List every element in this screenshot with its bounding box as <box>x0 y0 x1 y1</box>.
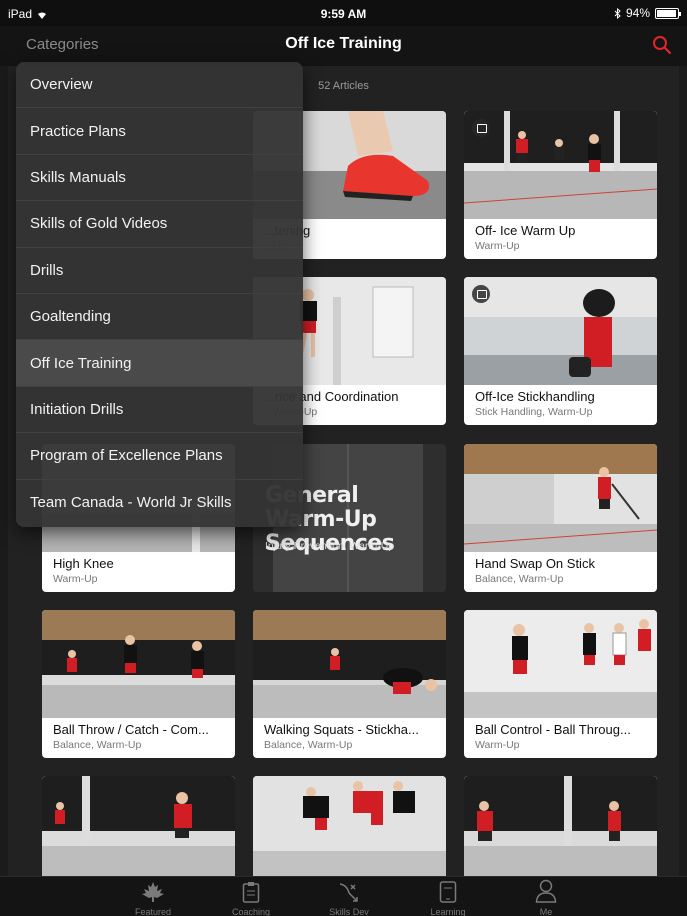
tab-label: Me <box>539 907 553 916</box>
category-item-program-of-excellence-plans[interactable]: Program of Excellence Plans <box>16 433 303 480</box>
category-item-initiation-drills[interactable]: Initiation Drills <box>16 387 303 434</box>
article-card[interactable]: Ball Control - Ball Throug... Warm-Up <box>464 610 657 758</box>
article-tags: Warm-Up <box>475 739 520 751</box>
article-tags: Balance, Warm-Up <box>264 739 353 751</box>
category-item-practice-plans[interactable]: Practice Plans <box>16 108 303 155</box>
article-tags: Balance, Warm-Up <box>53 739 142 751</box>
bluetooth-icon <box>614 7 621 19</box>
category-item-drills[interactable]: Drills <box>16 248 303 294</box>
article-thumbnail <box>464 776 657 876</box>
video-badge-icon <box>472 285 490 303</box>
status-time: 9:59 AM <box>320 7 367 21</box>
category-item-skills-manuals[interactable]: Skills Manuals <box>16 155 303 202</box>
tab-me[interactable]: Me <box>506 879 586 916</box>
search-icon[interactable] <box>651 34 673 56</box>
category-item-skills-of-gold-videos[interactable]: Skills of Gold Videos <box>16 201 303 248</box>
article-title: Ball Control - Ball Throug... <box>475 722 631 737</box>
article-card[interactable] <box>464 776 657 876</box>
article-card[interactable] <box>253 776 446 876</box>
article-card[interactable]: Walking Squats - Stickha... Balance, War… <box>253 610 446 758</box>
article-tags: Warm-Up <box>53 573 98 585</box>
tab-label: Learning <box>430 907 466 916</box>
maple-leaf-icon <box>142 882 164 902</box>
article-card[interactable]: Hand Swap On Stick Balance, Warm-Up <box>464 444 657 592</box>
tab-coaching[interactable]: Coaching <box>211 879 291 916</box>
article-thumbnail <box>464 111 657 219</box>
tab-label: Coaching <box>231 907 271 916</box>
status-bar: iPad 9:59 AM 94% <box>0 0 687 26</box>
article-title: Walking Squats - Stickha... <box>264 722 419 737</box>
battery-percent: 94% <box>625 6 650 20</box>
tab-learning[interactable]: Learning <box>408 879 488 916</box>
category-item-off-ice-training[interactable]: Off Ice Training <box>16 340 303 387</box>
play-diagram-icon <box>339 883 358 902</box>
article-card[interactable]: Ball Throw / Catch - Com... Balance, War… <box>42 610 235 758</box>
article-thumbnail <box>464 444 657 552</box>
article-card[interactable] <box>42 776 235 876</box>
tab-skills-dev[interactable]: Skills Dev <box>309 879 389 916</box>
video-badge-icon <box>472 119 490 137</box>
page-title: Off Ice Training <box>285 35 402 52</box>
article-card[interactable]: Off-Ice Stickhandling Stick Handling, Wa… <box>464 277 657 425</box>
person-icon <box>535 879 557 903</box>
tablet-icon <box>439 881 457 903</box>
article-thumbnail <box>42 610 235 718</box>
category-item-overview[interactable]: Overview <box>16 62 303 109</box>
article-card[interactable]: Off- Ice Warm Up Warm-Up <box>464 111 657 259</box>
article-title: Off-Ice Stickhandling <box>475 389 595 404</box>
article-thumbnail <box>253 776 446 876</box>
article-tags: Warm-Up <box>475 240 520 252</box>
article-thumbnail <box>253 610 446 718</box>
article-thumbnail <box>464 277 657 385</box>
article-thumbnail <box>42 776 235 876</box>
article-title: Ball Throw / Catch - Com... <box>53 722 209 737</box>
featured-tags: Injury Prevention, Warm-Up <box>265 540 395 552</box>
categories-dropdown: Overview Practice Plans Skills Manuals S… <box>16 62 303 527</box>
category-item-goaltending[interactable]: Goaltending <box>16 294 303 341</box>
clipboard-icon <box>242 882 260 903</box>
tab-label: Skills Dev <box>329 907 369 916</box>
category-item-team-canada-world-jr-skills[interactable]: Team Canada - World Jr Skills <box>16 480 303 526</box>
article-thumbnail <box>464 610 657 718</box>
article-title: Hand Swap On Stick <box>475 556 595 571</box>
article-title: High Knee <box>53 556 114 571</box>
nav-bar: Categories Off Ice Training <box>0 26 687 66</box>
tab-bar: Featured Coaching Skills Dev Learning Me <box>0 876 687 916</box>
article-tags: Balance, Warm-Up <box>475 573 564 585</box>
tab-label: Featured <box>134 907 172 916</box>
battery-icon <box>655 7 681 19</box>
article-tags: Stick Handling, Warm-Up <box>475 406 593 418</box>
article-title: Off- Ice Warm Up <box>475 223 576 238</box>
tab-featured[interactable]: Featured <box>113 879 193 916</box>
